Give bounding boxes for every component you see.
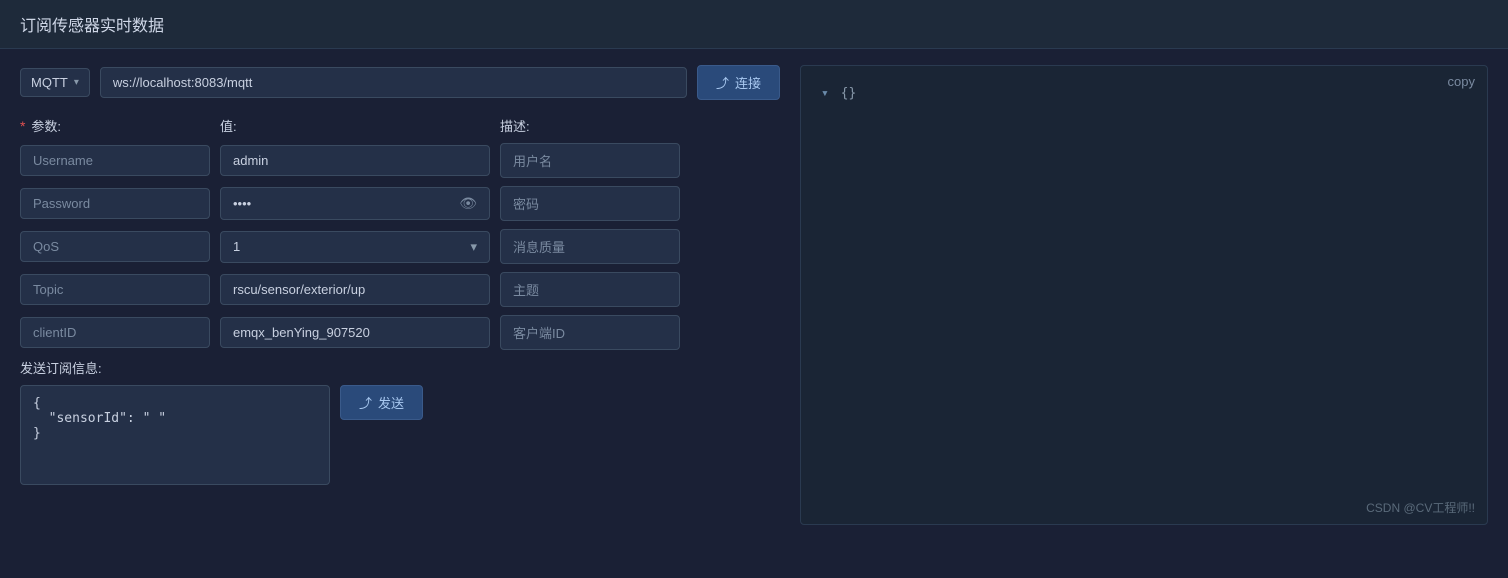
param-qos: QoS [20,231,210,262]
qos-value: 1 [233,239,240,254]
send-icon: ⤴ [359,393,372,412]
url-input[interactable] [100,67,687,98]
qos-chevron-icon: ▾ [470,239,477,255]
value-username-wrapper [220,145,490,176]
required-mark: * [20,118,25,134]
desc-clientid: 客户端ID [500,315,680,350]
connection-row: MQTT ▾ ⤴ 连接 [20,65,780,100]
json-preview-text: {} [841,86,857,101]
send-label: 发送 [378,393,404,412]
form-row-topic: Topic 主题 [20,272,780,307]
param-clientid: clientID [20,317,210,348]
subscribe-section: 发送订阅信息: { "sensorId": " " } ⤴ 发送 [20,358,780,485]
form-headers: * 参数: 值: 描述: [20,116,780,135]
value-clientid-wrapper [220,317,490,348]
desc-topic: 主题 [500,272,680,307]
chevron-down-icon: ▾ [74,77,79,88]
page-header: 订阅传感器实时数据 [0,0,1508,49]
input-username[interactable] [233,153,477,168]
desc-header: 描述: [500,119,530,134]
input-clientid[interactable] [233,325,477,340]
eye-icon[interactable]: 👁 [459,195,477,212]
page-title: 订阅传感器实时数据 [20,18,164,35]
form-row-qos: QoS 1 ▾ 消息质量 [20,229,780,264]
copy-button[interactable]: copy [1448,74,1475,89]
desc-username: 用户名 [500,143,680,178]
input-password[interactable] [233,196,459,211]
watermark: CSDN @CV工程师!! [1366,499,1475,516]
input-topic[interactable] [233,282,477,297]
param-header: 参数: [31,119,61,134]
connect-label: 连接 [735,73,761,92]
param-username: Username [20,145,210,176]
param-password: Password [20,188,210,219]
value-topic-wrapper [220,274,490,305]
form-row-username: Username 用户名 [20,143,780,178]
desc-qos: 消息质量 [500,229,680,264]
send-button[interactable]: ⤴ 发送 [340,385,423,420]
desc-password: 密码 [500,186,680,221]
protocol-select[interactable]: MQTT ▾ [20,68,90,97]
param-topic: Topic [20,274,210,305]
form-row-clientid: clientID 客户端ID [20,315,780,350]
right-panel: copy ▾ {} CSDN @CV工程师!! [800,65,1488,525]
value-header: 值: [220,119,237,134]
value-qos-wrapper[interactable]: 1 ▾ [220,231,490,263]
collapse-arrow-icon[interactable]: ▾ [821,86,829,101]
json-textarea[interactable]: { "sensorId": " " } [20,385,330,485]
json-preview-content: ▾ {} [811,76,1477,111]
protocol-label: MQTT [31,75,68,90]
subscribe-row: { "sensorId": " " } ⤴ 发送 [20,385,780,485]
form-row-password: Password 👁 密码 [20,186,780,221]
connect-icon: ⤴ [716,73,729,92]
connect-button[interactable]: ⤴ 连接 [697,65,780,100]
value-password-wrapper: 👁 [220,187,490,220]
main-content: MQTT ▾ ⤴ 连接 * 参数: 值: 描述: Userna [0,49,1508,541]
subscribe-label: 发送订阅信息: [20,358,780,377]
left-panel: MQTT ▾ ⤴ 连接 * 参数: 值: 描述: Userna [20,65,780,525]
